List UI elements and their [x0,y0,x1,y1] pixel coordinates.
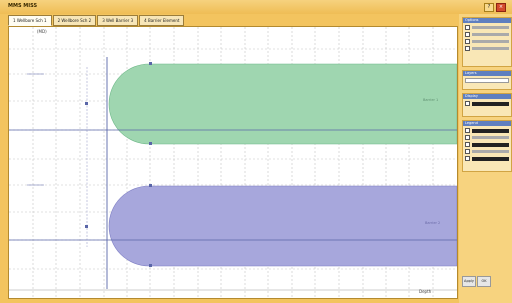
checkbox[interactable] [465,25,470,30]
option-row[interactable] [465,46,509,51]
green-barrier-band[interactable] [108,63,457,145]
legend-panel-header: Legend [463,121,511,126]
display-panel-header: Display [463,94,511,99]
plot-svg [9,27,457,298]
option-label-bar [472,40,509,43]
legend-row[interactable] [465,142,509,147]
right-sidebar: Options Layers Display Legend Apply OK [459,14,512,303]
x-axis-label: Depth [419,289,432,294]
layers-panel: Layers [462,70,512,90]
legend-row[interactable] [465,149,509,154]
checkbox[interactable] [465,46,470,51]
options-panel-header: Options [463,18,511,23]
legend-row[interactable] [465,135,509,140]
checkbox[interactable] [465,156,470,161]
display-value-bar [472,101,509,106]
checkbox[interactable] [465,149,470,154]
option-row[interactable] [465,32,509,37]
tab-wellbore-1[interactable]: 1 Wellbore Sch 1 [8,15,52,26]
blue-band-label: Barrier 2 [425,221,441,225]
option-label-bar [472,33,509,36]
legend-item [472,150,509,153]
checkbox[interactable] [465,135,470,140]
help-button[interactable]: ? [484,3,494,12]
legend-item [472,136,509,139]
window-title: MMS MISS [8,3,38,9]
legend-row[interactable] [465,156,509,161]
layer-dropdown[interactable] [465,78,509,83]
ok-button[interactable]: OK [477,276,491,287]
checkbox[interactable] [465,39,470,44]
legend-row[interactable] [465,128,509,133]
legend-item [472,128,509,133]
legend-item [472,142,509,147]
tab-wellbore-2[interactable]: 2 Wellbore Sch 2 [52,15,97,26]
tab-well-barrier[interactable]: 3 Well Barrier 3 [97,15,139,26]
checkbox[interactable] [465,101,470,106]
display-row[interactable] [465,101,509,106]
layers-panel-header: Layers [463,71,511,76]
legend-item [472,156,509,161]
green-band-label: Barrier 1 [423,98,439,102]
blue-barrier-band[interactable] [108,185,457,267]
layer-select[interactable] [465,78,509,83]
tab-strip: 1 Wellbore Sch 1 2 Wellbore Sch 2 3 Well… [8,15,185,26]
option-row[interactable] [465,25,509,30]
checkbox[interactable] [465,32,470,37]
checkbox[interactable] [465,142,470,147]
display-panel: Display [462,93,512,117]
tab-barrier-element[interactable]: 4 Barrier Element [139,15,185,26]
plot-corner-label: (MD) [37,29,47,34]
option-row[interactable] [465,39,509,44]
option-label-bar [472,47,509,50]
apply-button[interactable]: Apply [462,276,476,287]
close-button[interactable]: × [496,3,506,12]
options-panel: Options [462,17,512,67]
option-label-bar [472,26,509,29]
checkbox[interactable] [465,128,470,133]
legend-panel: Legend [462,120,512,172]
plot-canvas[interactable]: (MD) Barrier 1 Barrier 2 Depth [8,26,458,299]
window-title-bar: MMS MISS ? × [0,0,512,14]
